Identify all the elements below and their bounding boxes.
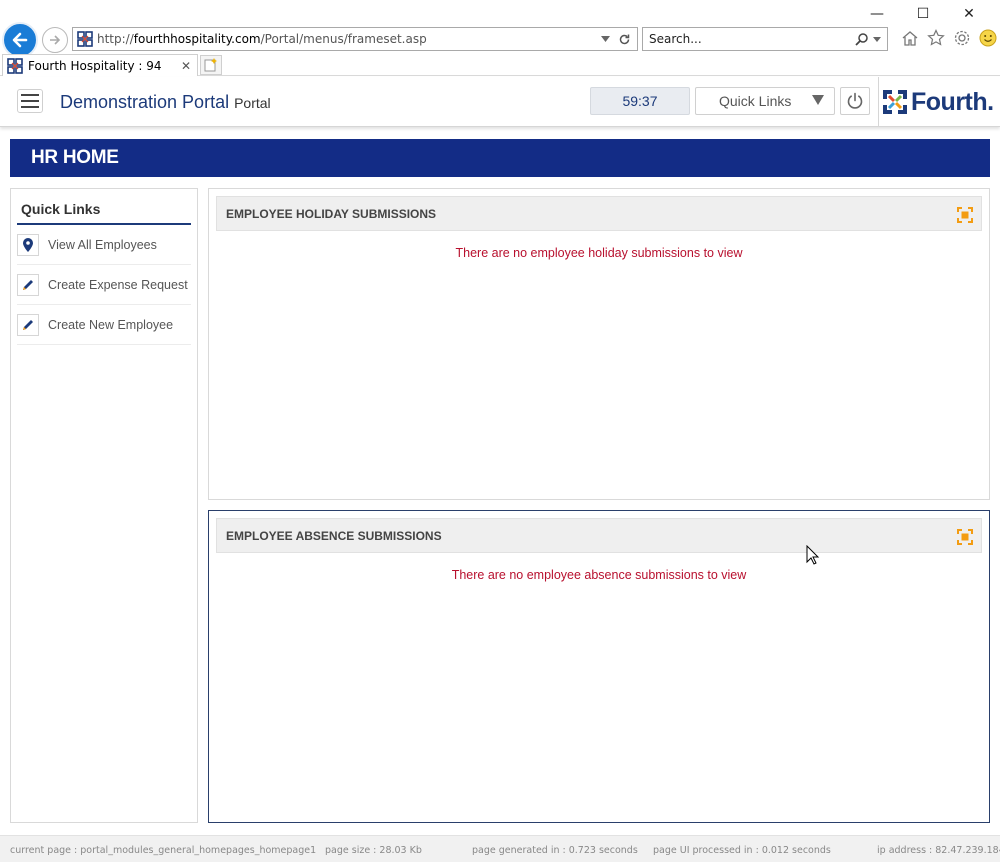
close-window-button[interactable]: ✕	[946, 4, 992, 24]
sidebar-item-label: View All Employees	[48, 237, 157, 252]
tab-strip: Fourth Hospitality : 94 ✕	[0, 54, 1000, 76]
fourth-favicon-icon	[7, 57, 23, 74]
window-controls: — ☐ ✕	[854, 4, 992, 24]
search-actions	[855, 32, 887, 46]
page-title: HR HOME	[31, 147, 119, 168]
fourth-logo[interactable]: Fourth.	[878, 77, 1000, 127]
pencil-icon	[17, 273, 39, 296]
expand-icon[interactable]	[957, 529, 973, 545]
gear-icon[interactable]	[952, 28, 972, 48]
panel-title: EMPLOYEE ABSENCE SUBMISSIONS	[226, 528, 442, 543]
address-bar[interactable]: http://fourthhospitality.com/Portal/menu…	[72, 27, 638, 51]
status-footer: current page : portal_modules_general_ho…	[0, 835, 1000, 862]
portal-subtitle: Portal	[234, 95, 271, 111]
home-icon[interactable]	[900, 28, 920, 48]
url-path: /Portal/menus/frameset.asp	[260, 32, 427, 46]
sidebar-item-create-new-employee[interactable]: Create New Employee	[17, 305, 191, 345]
map-pin-icon	[17, 233, 39, 256]
new-tab-icon	[204, 58, 217, 72]
expand-icon[interactable]	[957, 207, 973, 223]
url-domain: fourthhospitality.com	[133, 32, 261, 46]
absence-submissions-panel: EMPLOYEE ABSENCE SUBMISSIONS There are n…	[208, 510, 990, 823]
panel-header: EMPLOYEE ABSENCE SUBMISSIONS	[216, 518, 982, 553]
sidebar-item-label: Create Expense Request	[48, 277, 188, 292]
tab-title: Fourth Hospitality : 94	[28, 58, 162, 73]
fourth-logo-text: Fourth.	[911, 87, 994, 116]
portal-title: Demonstration Portal Portal	[60, 92, 271, 113]
url-prefix: http://	[97, 32, 134, 46]
logout-button[interactable]	[840, 87, 870, 115]
forward-button[interactable]	[42, 27, 68, 53]
favorites-star-icon[interactable]	[926, 28, 946, 48]
empty-state-message: There are no employee absence submission…	[451, 568, 747, 582]
panel-title: EMPLOYEE HOLIDAY SUBMISSIONS	[226, 206, 437, 221]
sidebar-item-label: Create New Employee	[48, 317, 174, 332]
search-input[interactable]: Search...	[642, 27, 888, 51]
footer-current-page: current page : portal_modules_general_ho…	[10, 845, 317, 856]
minimize-button[interactable]: —	[854, 4, 900, 24]
address-actions	[601, 33, 637, 46]
search-icon[interactable]	[855, 32, 869, 46]
hamburger-line	[21, 94, 39, 96]
arrow-right-icon	[50, 35, 61, 45]
quick-links-dropdown[interactable]: Quick Links	[695, 87, 835, 115]
search-placeholder: Search...	[649, 32, 702, 46]
sidebar-title: Quick Links	[17, 201, 191, 225]
arrow-left-icon	[12, 32, 28, 48]
empty-state-message: There are no employee holiday submission…	[455, 246, 743, 260]
hamburger-line	[21, 106, 39, 108]
quick-links-sidebar: Quick Links View All Employees Create Ex…	[10, 188, 198, 823]
back-button[interactable]	[2, 22, 38, 58]
sidebar-item-create-expense-request[interactable]: Create Expense Request	[17, 265, 191, 305]
sidebar-item-view-all-employees[interactable]: View All Employees	[17, 225, 191, 265]
tab-close-button[interactable]: ✕	[181, 59, 197, 73]
portal-title-text: Demonstration Portal	[60, 92, 230, 112]
panel-header: EMPLOYEE HOLIDAY SUBMISSIONS	[216, 196, 982, 231]
hamburger-line	[21, 100, 39, 102]
pencil-icon	[17, 313, 39, 336]
browser-toolbar	[900, 28, 998, 48]
fourth-logo-mark-icon	[883, 90, 907, 114]
smiley-feedback-icon[interactable]	[978, 28, 998, 48]
browser-nav-row: http://fourthhospitality.com/Portal/menu…	[0, 22, 1000, 58]
mouse-cursor-icon	[806, 545, 820, 565]
address-url[interactable]: http://fourthhospitality.com/Portal/menu…	[97, 32, 427, 46]
dropdown-arrow-icon[interactable]	[601, 36, 610, 42]
dropdown-arrow-icon[interactable]	[873, 36, 881, 42]
browser-tab[interactable]: Fourth Hospitality : 94 ✕	[2, 54, 198, 76]
hamburger-menu-button[interactable]	[17, 89, 43, 113]
page-banner: HR HOME	[10, 139, 990, 177]
footer-ip-address: ip address : 82.47.239.184	[877, 845, 1000, 856]
refresh-icon[interactable]	[618, 33, 631, 46]
session-timer: 59:37	[590, 87, 690, 115]
portal-header: Demonstration Portal Portal 59:37 Quick …	[0, 77, 1000, 127]
quick-links-label: Quick Links	[719, 93, 792, 109]
footer-page-size: page size : 28.03 Kb	[325, 845, 422, 856]
fourth-favicon-icon	[77, 31, 93, 47]
holiday-submissions-panel: EMPLOYEE HOLIDAY SUBMISSIONS There are n…	[208, 188, 990, 500]
power-icon	[847, 92, 863, 109]
caret-down-icon	[812, 95, 824, 105]
new-tab-button[interactable]	[200, 55, 222, 75]
maximize-button[interactable]: ☐	[900, 4, 946, 24]
footer-generated-time: page generated in : 0.723 seconds	[472, 845, 638, 856]
footer-ui-processed-time: page UI processed in : 0.012 seconds	[653, 845, 831, 856]
